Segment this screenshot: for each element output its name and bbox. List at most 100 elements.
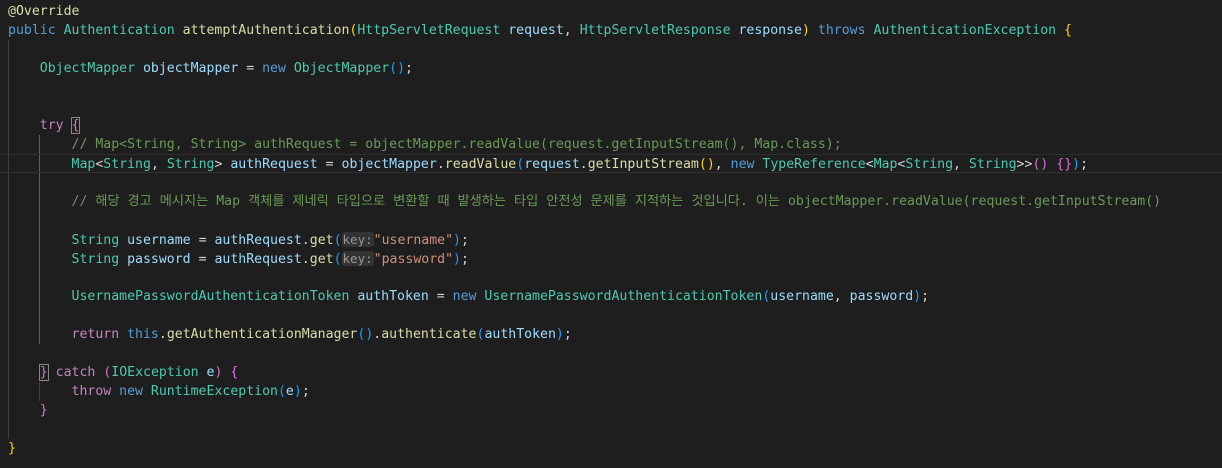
code-token: AuthenticationException [873,23,1065,38]
indent-guide [8,325,9,344]
code-line[interactable] [0,40,1222,59]
indent-guide [8,344,9,363]
indent-guide [8,363,9,382]
code-token: response [738,23,803,38]
code-token: "username" [373,233,454,248]
code-line[interactable]: } catch (IOException e) { [0,363,1222,382]
code-token: ( [277,384,286,399]
code-token: ; [405,61,413,76]
code-token: = [190,233,215,248]
indent-guide [39,211,40,230]
code-line[interactable]: throw new RuntimeException(e); [0,382,1222,401]
code-token: Map [873,157,898,172]
code-token: authenticate [381,327,477,342]
code-token: . [301,252,310,267]
code-token: username [127,233,191,248]
code-token: ) [453,252,461,267]
code-token: getInputStream [587,157,699,172]
code-token: request [508,23,564,38]
code-token: ) [453,233,461,248]
code-token: throws [817,23,874,38]
code-token: String [968,157,1017,172]
indent-guide [8,420,9,439]
code-line[interactable]: String password = authRequest.get(key:"p… [0,249,1222,268]
indent-guide [8,230,9,249]
indent-guide [8,78,9,97]
code-token: new [119,384,151,399]
code-token: ObjectMapper [293,61,390,76]
code-line[interactable] [0,97,1222,116]
code-line[interactable]: UsernamePasswordAuthenticationToken auth… [0,287,1222,306]
code-token: this [127,327,159,342]
code-token: objectMapper [142,61,239,76]
indent-guide [39,306,40,325]
code-line[interactable]: ObjectMapper objectMapper = new ObjectMa… [0,59,1222,78]
code-line[interactable] [0,78,1222,97]
indent-guide [39,173,40,192]
code-token: RuntimeException [150,384,278,399]
code-token: get [309,233,334,248]
code-token: } [8,403,48,418]
code-token: String [8,233,128,248]
indent-guide [8,382,9,401]
code-line[interactable]: @Override [0,2,1222,21]
code-token: catch [47,365,104,380]
indent-guide [8,211,9,230]
code-token: . [158,327,167,342]
code-line[interactable]: try { [0,116,1222,135]
code-editor[interactable]: @Override public Authentication attemptAu… [0,0,1222,468]
inlay-hint: key: [341,232,374,247]
code-line[interactable]: return this.getAuthenticationManager().a… [0,325,1222,344]
code-token: UsernamePasswordAuthenticationToken [8,289,358,304]
code-token: password [127,252,191,267]
indent-guide [8,116,9,135]
code-token: "password" [373,252,454,267]
indent-guide [8,401,9,420]
code-token: public [8,23,64,38]
code-token: ; [1080,157,1089,172]
code-token: , [563,23,580,38]
code-token: ; [921,289,930,304]
indent-guide [39,249,40,268]
code-line[interactable] [0,173,1222,192]
code-token: String [905,157,954,172]
code-line[interactable]: Map<String, String> authRequest = object… [0,154,1222,173]
code-token: @Override [8,4,80,19]
code-token: } [8,441,16,456]
code-line[interactable]: public Authentication attemptAuthenticat… [0,21,1222,40]
indent-guide [8,287,9,306]
code-token: = [238,61,263,76]
code-line[interactable] [0,306,1222,325]
indent-guide [39,192,40,211]
indent-guide [39,268,40,287]
code-line[interactable] [0,420,1222,439]
code-token: . [301,233,310,248]
code-token: () [389,61,406,76]
code-token: = [428,289,453,304]
indent-guide [8,97,9,116]
code-token: Authentication [63,23,183,38]
code-line[interactable] [0,211,1222,230]
code-token: TypeReference [762,157,866,172]
code-token: >> [1016,157,1033,172]
code-token: new [730,157,763,172]
code-token: new [262,61,294,76]
code-line[interactable]: } [0,439,1222,458]
code-token: () [698,157,715,172]
code-area[interactable]: @Override public Authentication attemptAu… [0,0,1222,468]
code-line[interactable] [0,344,1222,363]
code-line[interactable]: String username = authRequest.get(key:"u… [0,230,1222,249]
code-line[interactable] [0,268,1222,287]
code-line[interactable]: // 해당 경고 메시지는 Map 객체를 제네릭 타입으로 변환할 때 발생하… [0,192,1222,211]
code-token: ObjectMapper [8,61,143,76]
code-comment: // Map<String, String> authRequest = obj… [8,137,842,152]
indent-guide [8,155,9,172]
code-line[interactable]: // Map<String, String> authRequest = obj… [0,135,1222,154]
indent-guide [8,173,9,192]
code-token: HttpServletResponse [579,23,739,38]
code-token: . [436,157,445,172]
code-token: authRequest [214,252,302,267]
code-token: IOException [111,365,207,380]
code-token: objectMapper [341,157,437,172]
code-line[interactable]: } [0,401,1222,420]
